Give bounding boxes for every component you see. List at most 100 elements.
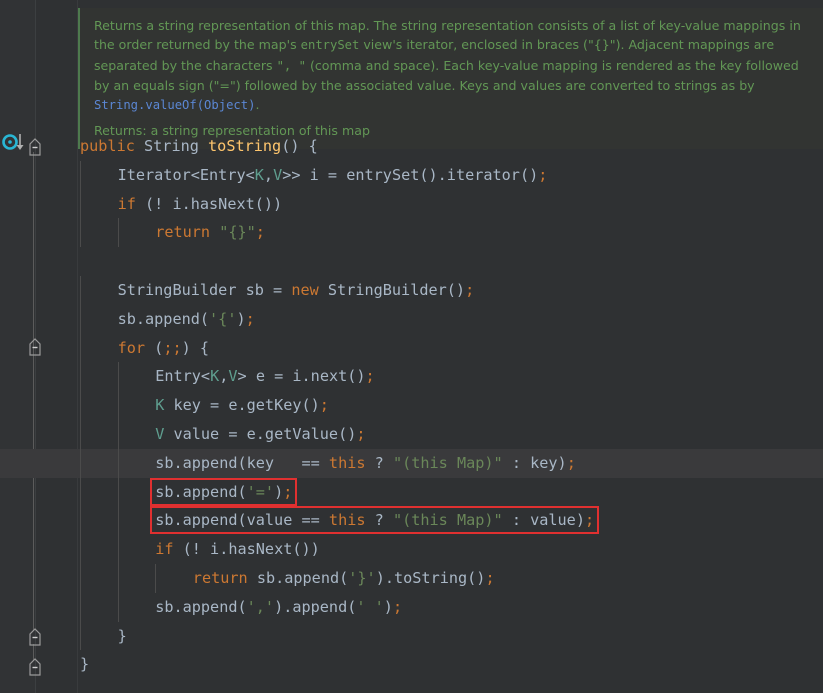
implementing-method-icon[interactable]: [2, 133, 28, 157]
code-token: "{}": [219, 223, 256, 242]
code-line[interactable]: StringBuilder sb = new StringBuilder();: [78, 275, 823, 305]
javadoc-comment-block: Returns a string representation of this …: [78, 8, 823, 149]
code-token: if: [117, 194, 136, 213]
indent-guide: [117, 448, 119, 478]
code-token: new: [291, 280, 319, 299]
code-token: ;: [584, 511, 595, 530]
code-line[interactable]: sb.append('=');: [78, 477, 823, 507]
indent-guide: [80, 304, 81, 334]
code-token: K: [254, 165, 264, 184]
code-token: ;: [356, 424, 366, 443]
indent-guide: [80, 448, 81, 478]
indent-guide: [117, 563, 119, 593]
code-token: >> i = entrySet().iterator(): [282, 165, 539, 184]
indent-guide: [80, 419, 81, 449]
indent-guide: [80, 160, 81, 190]
indent-guide: [117, 477, 119, 507]
code-token: ',': [246, 597, 275, 616]
code-token: V: [273, 165, 283, 184]
code-line[interactable]: }: [78, 650, 823, 679]
javadoc-code-span: entrySet: [300, 38, 360, 53]
code-line[interactable]: if (! i.hasNext()): [78, 189, 823, 219]
code-line[interactable]: return sb.append('}').toString();: [78, 563, 823, 593]
code-token: ).toString(): [375, 568, 486, 587]
code-token: sb.append(value ==: [155, 511, 329, 530]
fold-collapse-icon[interactable]: [27, 628, 43, 650]
code-line[interactable]: sb.append(',').append(' ');: [78, 592, 823, 622]
code-token: toString: [208, 137, 282, 155]
code-token: ,: [263, 165, 274, 184]
code-token: this: [328, 453, 366, 472]
code-token: Entry<: [155, 367, 211, 386]
code-line[interactable]: sb.append(value == this ? "(this Map)" :…: [78, 506, 823, 536]
code-line[interactable]: }: [78, 621, 823, 651]
code-token: > e = i.next(): [237, 367, 366, 386]
code-token: StringBuilder sb =: [117, 280, 292, 299]
indent-guide: [117, 592, 119, 622]
code-line[interactable]: return "{}";: [78, 218, 823, 248]
code-token: '{': [209, 309, 237, 328]
code-token: V: [155, 424, 165, 443]
fold-collapse-icon[interactable]: [27, 338, 43, 360]
fold-collapse-icon[interactable]: [27, 658, 43, 680]
indent-guide: [80, 563, 81, 593]
code-token: (! i.hasNext()): [173, 540, 320, 559]
code-token: (! i.hasNext()): [135, 194, 283, 213]
javadoc-link[interactable]: String.valueOf(Object): [94, 98, 255, 112]
code-token: sb.append(: [247, 568, 349, 587]
code-token: String: [134, 137, 209, 155]
indent-guide: [80, 477, 81, 507]
indent-guide: [117, 391, 119, 420]
code-token: '=': [246, 482, 275, 501]
indent-guide: [117, 362, 119, 392]
code-token: ).append(: [274, 597, 357, 616]
indent-guide: [80, 333, 81, 363]
code-token: key = e.getKey(): [164, 396, 320, 415]
javadoc-code-span: ", ": [276, 58, 306, 73]
indent-guide: [117, 506, 119, 536]
code-line[interactable]: public String toString() {: [78, 132, 823, 161]
code-token: ;: [255, 223, 265, 242]
code-line[interactable]: Entry<K,V> e = i.next();: [78, 362, 823, 392]
code-line[interactable]: sb.append('{');: [78, 304, 823, 334]
code-content[interactable]: public String toString() {Iterator<Entry…: [0, 132, 823, 679]
indent-guide: [117, 535, 119, 564]
code-token: if: [155, 540, 174, 559]
code-token: ?: [365, 453, 393, 472]
indent-guide: [80, 189, 81, 219]
code-token: sb.append(: [117, 309, 210, 328]
indent-guide: [117, 218, 119, 248]
indent-guide: [80, 592, 81, 622]
code-token: ): [383, 597, 393, 616]
code-line[interactable]: V value = e.getValue();: [78, 419, 823, 449]
code-token: "(this Map)": [392, 511, 503, 530]
indent-guide: [80, 391, 81, 420]
code-line[interactable]: if (! i.hasNext()): [78, 535, 823, 564]
code-token: ,: [219, 367, 229, 386]
fold-collapse-icon[interactable]: [27, 138, 43, 160]
indent-guide: [155, 563, 157, 593]
code-token: ;: [485, 568, 495, 587]
code-token: this: [328, 511, 366, 530]
code-token: for: [117, 338, 146, 357]
code-token: public: [80, 137, 135, 155]
indent-guide: [80, 275, 81, 305]
code-line[interactable]: for (;;) {: [78, 333, 823, 363]
code-line[interactable]: [78, 247, 823, 276]
indent-guide: [80, 621, 81, 651]
code-token: StringBuilder(): [318, 280, 466, 299]
code-token: (: [145, 338, 164, 357]
code-token: }: [117, 626, 127, 645]
code-token: ;: [245, 309, 255, 328]
code-token: V: [228, 367, 238, 386]
code-line[interactable]: sb.append(key == this ? "(this Map)" : k…: [0, 448, 823, 478]
code-editor[interactable]: Returns a string representation of this …: [0, 0, 823, 693]
red-highlight-box: sb.append('=');: [150, 477, 298, 506]
code-line[interactable]: Iterator<Entry<K,V>> i = entrySet().iter…: [78, 160, 823, 190]
code-token: return: [192, 568, 248, 587]
code-token: ): [236, 309, 246, 328]
code-line[interactable]: K key = e.getKey();: [78, 391, 823, 420]
code-token: "(this Map)": [392, 453, 503, 472]
code-token: }: [80, 655, 90, 674]
code-token: K: [210, 367, 220, 386]
